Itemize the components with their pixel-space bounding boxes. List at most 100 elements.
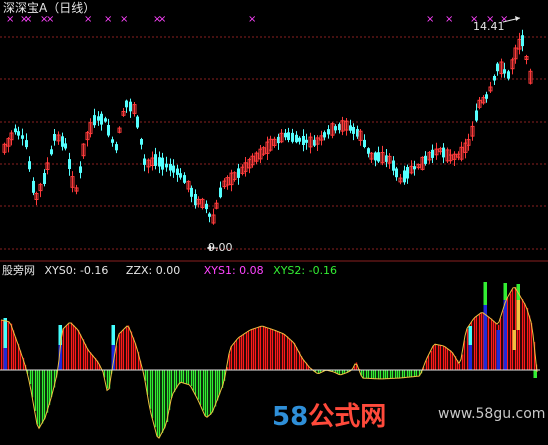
candle-body bbox=[136, 116, 139, 128]
candle-body bbox=[334, 126, 337, 131]
candle-body bbox=[395, 168, 398, 178]
candle-body bbox=[323, 132, 326, 138]
candle-body bbox=[493, 76, 496, 81]
candle-body bbox=[140, 139, 143, 145]
candle-body bbox=[172, 165, 175, 173]
min-price-label: 9.00 bbox=[208, 241, 233, 254]
candle-body bbox=[64, 143, 67, 149]
candle-body bbox=[190, 187, 193, 197]
candle-body bbox=[176, 168, 179, 175]
signal-marker: × bbox=[46, 14, 54, 25]
candle-body bbox=[424, 155, 427, 164]
highlight-bar bbox=[503, 283, 507, 300]
max-arrow-head bbox=[515, 16, 520, 21]
signal-marker: × bbox=[426, 14, 434, 25]
candle-body bbox=[406, 167, 409, 179]
highlight-bar bbox=[3, 348, 7, 370]
candle-body bbox=[111, 139, 114, 143]
candle-body bbox=[349, 125, 352, 131]
highlight-bar bbox=[516, 300, 520, 330]
signal-marker: × bbox=[6, 14, 14, 25]
highlight-bar bbox=[483, 282, 487, 305]
candle-body bbox=[97, 116, 100, 121]
candle-body bbox=[125, 100, 128, 108]
max-price-label: 14.41 bbox=[473, 20, 505, 33]
xys1-value: XYS1: 0.08 bbox=[203, 264, 264, 277]
candle-body bbox=[17, 131, 20, 136]
candle-body bbox=[104, 118, 107, 122]
highlight-bar bbox=[496, 330, 500, 370]
candle-body bbox=[205, 203, 208, 210]
candle-body bbox=[161, 157, 164, 170]
candle-body bbox=[21, 135, 24, 139]
signal-marker: × bbox=[445, 14, 453, 25]
highlight-bar bbox=[3, 318, 7, 348]
indicator-legend: 股旁网 XYS0: -0.16 ZZX: 0.00 XYS1: 0.08 XYS… bbox=[2, 265, 343, 277]
candle-body bbox=[442, 147, 445, 158]
signal-marker: × bbox=[104, 14, 112, 25]
candle-body bbox=[507, 71, 510, 79]
signal-marker: × bbox=[248, 14, 256, 25]
candle-body bbox=[25, 140, 28, 148]
candle-body bbox=[107, 125, 110, 136]
candle-body bbox=[295, 134, 298, 143]
candle-body bbox=[50, 149, 53, 155]
candle-body bbox=[431, 149, 434, 158]
zzx-value: ZZX: 0.00 bbox=[125, 264, 181, 277]
candle-body bbox=[179, 173, 182, 178]
candle-body bbox=[43, 173, 46, 184]
candle-body bbox=[284, 132, 287, 138]
candle-body bbox=[14, 128, 17, 133]
candle-body bbox=[403, 170, 406, 183]
candle-body bbox=[287, 132, 290, 140]
watermark-number: 58 bbox=[272, 402, 309, 432]
candle-body bbox=[485, 94, 488, 99]
highlight-bar bbox=[503, 300, 507, 370]
watermark-chinese: 公式网 bbox=[308, 402, 387, 432]
candle-body bbox=[100, 113, 103, 125]
signal-marker: × bbox=[24, 14, 32, 25]
candle-body bbox=[291, 132, 294, 142]
highlight-bar bbox=[111, 325, 115, 345]
candle-body bbox=[521, 35, 524, 47]
signal-marker: × bbox=[84, 14, 92, 25]
candle-body bbox=[129, 101, 132, 112]
candle-body bbox=[503, 69, 506, 74]
candle-body bbox=[183, 175, 186, 183]
candle-body bbox=[158, 157, 161, 167]
candle-body bbox=[79, 166, 82, 173]
candle-body bbox=[68, 159, 71, 169]
candle-body bbox=[154, 154, 157, 166]
candle-body bbox=[392, 160, 395, 171]
candle-body bbox=[165, 163, 168, 168]
extreme-arrows bbox=[207, 16, 521, 251]
highlight-bar bbox=[468, 345, 472, 370]
candle-body bbox=[305, 139, 308, 143]
signal-markers: × ×× ×× × × × ×× × × × × × × bbox=[6, 14, 508, 25]
candle-body bbox=[32, 180, 35, 193]
indicator-name: 股旁网 bbox=[2, 264, 35, 277]
candle-body bbox=[475, 110, 478, 121]
candle-body bbox=[413, 166, 416, 170]
candle-body bbox=[374, 152, 377, 161]
signal-marker: × bbox=[120, 14, 128, 25]
xys0-value: XYS0: -0.16 bbox=[44, 264, 109, 277]
candle-body bbox=[28, 161, 31, 170]
candle-body bbox=[53, 134, 56, 141]
watermark-url: www.58gu.com bbox=[438, 406, 546, 422]
candle-body bbox=[352, 127, 355, 134]
xys2-value: XYS2: -0.16 bbox=[273, 264, 338, 277]
candle-body bbox=[298, 137, 301, 142]
candle-body bbox=[143, 158, 146, 165]
candle-body bbox=[363, 139, 366, 147]
candle-body bbox=[208, 213, 211, 217]
candle-body bbox=[93, 115, 96, 126]
candle-body bbox=[237, 168, 240, 178]
candle-body bbox=[61, 136, 64, 147]
candle-body bbox=[327, 129, 330, 135]
candle-body bbox=[115, 144, 118, 151]
chart-stage: × ×× ×× × × × ×× × × × × × × bbox=[0, 14, 548, 439]
candle-body bbox=[377, 152, 380, 162]
watermark-logo: 58公式网 bbox=[272, 396, 386, 433]
candlestick-series bbox=[2, 29, 533, 225]
